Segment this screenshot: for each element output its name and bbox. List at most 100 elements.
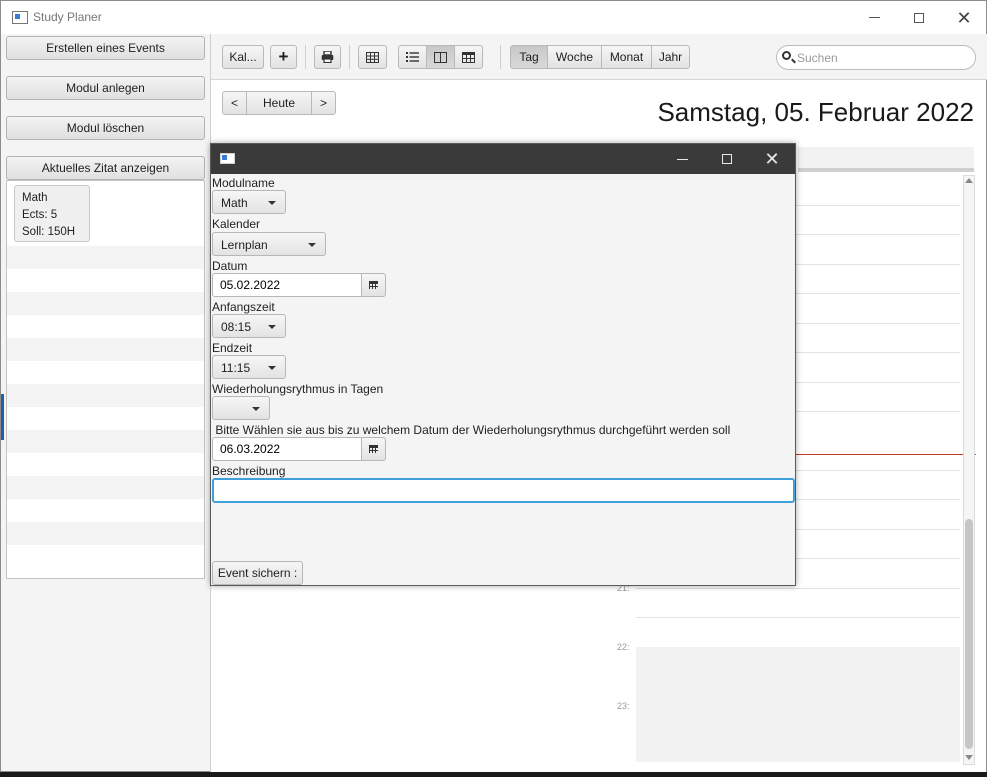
scroll-down-icon[interactable] [965,755,973,760]
show-quote-button[interactable]: Aktuelles Zitat anzeigen [6,156,205,180]
kalender-label: Kalender [212,217,261,231]
maximize-icon [722,154,732,164]
endzeit-label: Endzeit [212,341,253,355]
beschreibung-label: Beschreibung [212,464,286,478]
minimize-icon [676,158,688,160]
chevron-down-icon [268,201,276,205]
dialog-app-icon [220,153,235,164]
hour-line [636,588,960,589]
module-soll: Soll: 150H [22,226,76,238]
enddatum-label: Bitte Wählen sie aus bis zu welchem Datu… [212,423,731,437]
wiederholung-select[interactable] [212,396,270,420]
enddatum-field[interactable] [212,437,362,461]
list-view-button[interactable] [398,45,427,69]
module-ects: Ects: 5 [22,209,58,221]
datum-field[interactable] [212,273,362,297]
view-year-button[interactable]: Jahr [651,45,690,69]
beschreibung-input[interactable] [212,478,795,503]
datum-calendar-button[interactable] [361,273,386,297]
datum-label: Datum [212,259,248,273]
chevron-down-icon [308,243,316,247]
hour-label: 23: [617,701,630,711]
module-card[interactable]: Math Ects: 5 Soll: 150H [14,185,90,242]
modulname-label: Modulname [212,176,275,190]
maximize-button[interactable] [896,1,942,34]
wiederholung-label: Wiederholungsrythmus in Tagen [212,382,384,396]
anfangszeit-label: Anfangszeit [212,300,275,314]
modulname-select[interactable]: Math [212,190,286,214]
add-button[interactable]: + [270,45,297,69]
module-list[interactable]: Math Ects: 5 Soll: 150H [6,180,205,579]
view-month-button[interactable]: Monat [601,45,652,69]
columns-icon [434,51,447,63]
modulname-value: Math [221,196,248,210]
scroll-up-icon[interactable] [965,178,973,183]
endzeit-select[interactable]: 11:15 [212,355,286,379]
list-row [7,338,204,361]
list-row [7,522,204,545]
page-view-button[interactable] [358,45,387,69]
list-row [7,430,204,453]
view-day-button[interactable]: Tag [510,45,548,69]
split-view-button[interactable] [426,45,455,69]
separator [500,45,501,69]
print-button[interactable] [314,45,341,69]
calendar-icon [462,52,475,63]
chevron-down-icon [268,366,276,370]
page-title: Samstag, 05. Februar 2022 [657,97,974,127]
minimize-icon [868,17,880,18]
next-day-button[interactable]: > [311,91,336,115]
hour-label: 22: [617,642,630,652]
close-button[interactable]: ✕ [941,1,987,34]
app-icon [12,11,28,24]
minimize-button[interactable] [851,1,897,34]
day-header [798,147,974,172]
separator [349,45,350,69]
dialog-close-button[interactable]: ✕ [749,144,795,174]
background-fragment [1,394,4,440]
background-window-edge [1,321,4,621]
today-button[interactable]: Heute [246,91,312,115]
save-event-button[interactable]: Event sichern : [212,561,303,585]
prev-day-button[interactable]: < [222,91,247,115]
window-title: Study Planer [33,10,102,24]
list-row [7,246,204,269]
maximize-icon [914,12,924,23]
delete-module-button[interactable]: Modul löschen [6,116,205,140]
dialog-maximize-button[interactable] [704,144,750,174]
view-week-button[interactable]: Woche [547,45,602,69]
create-event-button[interactable]: Erstellen eines Events [6,36,205,60]
scroll-thumb[interactable] [965,519,973,749]
anfangszeit-select[interactable]: 08:15 [212,314,286,338]
create-module-button[interactable]: Modul anlegen [6,76,205,100]
separator [305,45,306,69]
search-field[interactable] [776,45,976,70]
list-icon [406,52,419,62]
dialog-minimize-button[interactable] [659,144,705,174]
kalender-select[interactable]: Lernplan [212,232,326,256]
list-row [7,384,204,407]
print-icon [321,51,334,63]
anfangszeit-value: 08:15 [221,320,252,334]
chevron-down-icon [268,325,276,329]
calendars-button[interactable]: Kal... [222,45,264,69]
search-icon [782,51,791,60]
title-bar[interactable]: Study Planer ✕ [1,1,986,34]
vertical-scrollbar[interactable] [963,175,975,765]
table-icon [366,51,379,63]
hour-line [636,617,960,618]
off-hours-area [636,647,960,762]
close-icon: ✕ [956,7,972,28]
module-name: Math [22,192,48,204]
list-row [7,292,204,315]
enddatum-calendar-button[interactable] [361,437,386,461]
calendar-view-button[interactable] [454,45,483,69]
dialog-title-bar[interactable]: ✕ [211,144,795,174]
create-event-dialog: ✕ Modulname Math Kalender Lernplan Datum… [210,143,796,586]
calendar-icon [369,281,378,289]
chevron-down-icon [252,407,260,411]
calendar-icon [369,445,378,453]
kalender-value: Lernplan [221,238,268,252]
list-row [7,476,204,499]
search-input[interactable] [795,49,965,66]
